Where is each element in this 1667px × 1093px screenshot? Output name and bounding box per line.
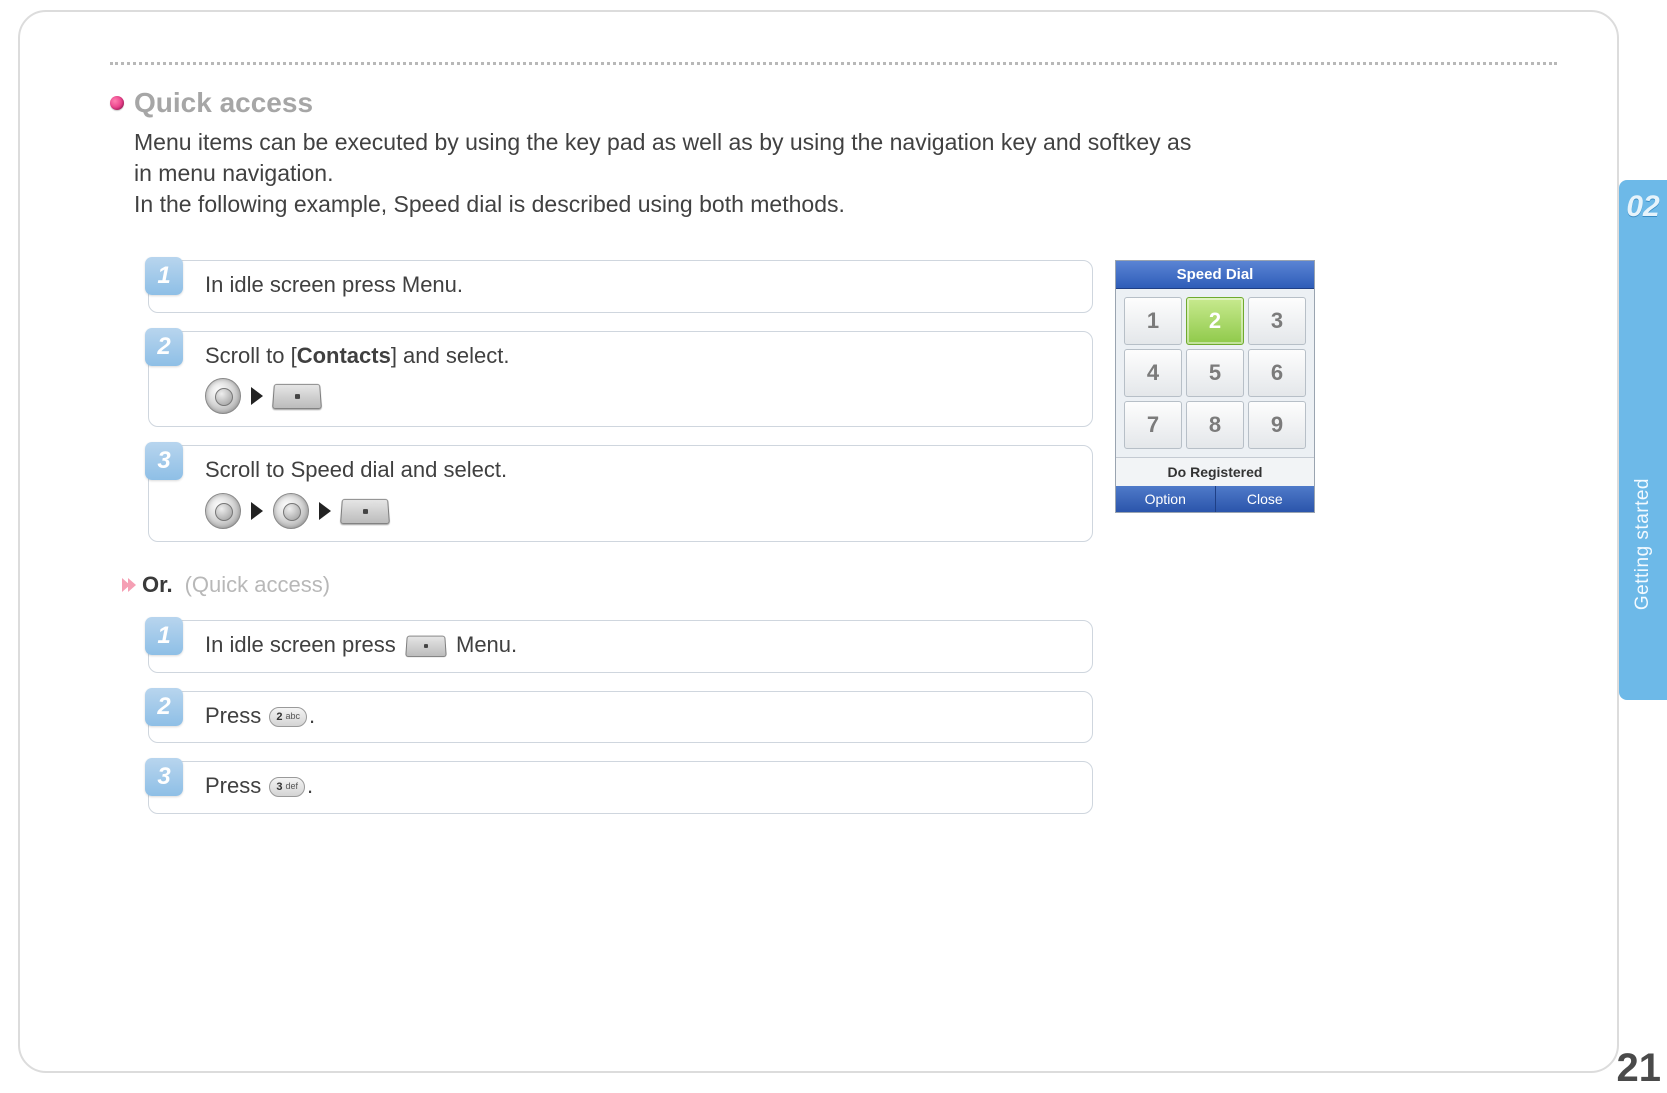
speed-dial-cell: 3 [1248, 297, 1306, 345]
step-text: Scroll to [Contacts] and select. [205, 342, 1076, 371]
intro-line-2: In the following example, Speed dial is … [134, 191, 845, 217]
step-card: 1 In idle screen press Menu. [148, 260, 1093, 313]
step-card: 3 Scroll to Speed dial and select. [148, 445, 1093, 542]
keypad-key-icon: 2abc [269, 707, 307, 727]
page-number: 21 [1617, 1046, 1662, 1091]
phone-column: Speed Dial 123 456 789 Do Registered Optio… [1115, 260, 1325, 832]
softkey-icon [340, 499, 390, 524]
speed-dial-grid: 123 456 789 [1116, 289, 1314, 457]
step-badge: 1 [145, 257, 183, 295]
speed-dial-cell: 5 [1186, 349, 1244, 397]
step-text: Press 3def. [205, 772, 1076, 801]
phone-softkey-right: Close [1216, 486, 1315, 512]
icon-row [205, 378, 1076, 414]
or-label: Or. [142, 572, 173, 598]
method-b-steps: 1 In idle screen press Menu. 2 Press 2abc. 3… [148, 620, 1093, 814]
phone-softkey-left: Option [1116, 486, 1216, 512]
step-card: 1 In idle screen press Menu. [148, 620, 1093, 673]
nav-wheel-icon [205, 378, 241, 414]
softkey-icon [405, 636, 447, 658]
chapter-number: 02 [1626, 190, 1659, 224]
step-card: 2 Press 2abc. [148, 691, 1093, 744]
bullet-icon [110, 96, 124, 110]
step-text: In idle screen press Menu. [205, 631, 1076, 660]
double-chevron-icon [122, 578, 134, 592]
content-row: 1 In idle screen press Menu. 2 Scroll to [C… [110, 260, 1557, 832]
step-badge: 2 [145, 688, 183, 726]
nav-wheel-icon [273, 493, 309, 529]
side-tab-label: Getting started [1632, 478, 1654, 610]
step-text: Scroll to Speed dial and select. [205, 456, 1076, 485]
step-card: 3 Press 3def. [148, 761, 1093, 814]
speed-dial-cell: 1 [1124, 297, 1182, 345]
side-tab: 02 Getting started [1619, 180, 1667, 700]
step-badge: 1 [145, 617, 183, 655]
phone-title: Speed Dial [1116, 261, 1314, 289]
speed-dial-cell: 4 [1124, 349, 1182, 397]
phone-softkey-bar: Option Close [1116, 486, 1314, 512]
step-text: Press 2abc. [205, 702, 1076, 731]
triangle-right-icon [251, 387, 263, 405]
method-a-steps: 1 In idle screen press Menu. 2 Scroll to [C… [148, 260, 1093, 542]
step-badge: 3 [145, 442, 183, 480]
speed-dial-cell: 2 [1186, 297, 1244, 345]
phone-screenshot: Speed Dial 123 456 789 Do Registered Optio… [1115, 260, 1315, 513]
keypad-key-icon: 3def [269, 777, 305, 797]
step-text: In idle screen press Menu. [205, 271, 1076, 300]
softkey-icon [272, 384, 322, 409]
speed-dial-cell: 6 [1248, 349, 1306, 397]
dotted-divider [110, 62, 1557, 65]
triangle-right-icon [319, 502, 331, 520]
intro-text: Menu items can be executed by using the … [134, 127, 1194, 220]
section-title: Quick access [134, 87, 313, 119]
speed-dial-cell: 8 [1186, 401, 1244, 449]
icon-row [205, 493, 1076, 529]
page-frame: Quick access Menu items can be executed … [18, 10, 1619, 1073]
speed-dial-cell: 9 [1248, 401, 1306, 449]
nav-wheel-icon [205, 493, 241, 529]
step-card: 2 Scroll to [Contacts] and select. [148, 331, 1093, 428]
step-badge: 2 [145, 328, 183, 366]
steps-column: 1 In idle screen press Menu. 2 Scroll to [C… [148, 260, 1093, 832]
phone-status: Do Registered [1116, 457, 1314, 486]
intro-line-1: Menu items can be executed by using the … [134, 129, 1191, 186]
step-badge: 3 [145, 758, 183, 796]
triangle-right-icon [251, 502, 263, 520]
section-title-row: Quick access [110, 87, 1557, 119]
speed-dial-cell: 7 [1124, 401, 1182, 449]
or-sublabel: (Quick access) [185, 572, 330, 598]
or-row: Or. (Quick access) [122, 572, 1093, 598]
